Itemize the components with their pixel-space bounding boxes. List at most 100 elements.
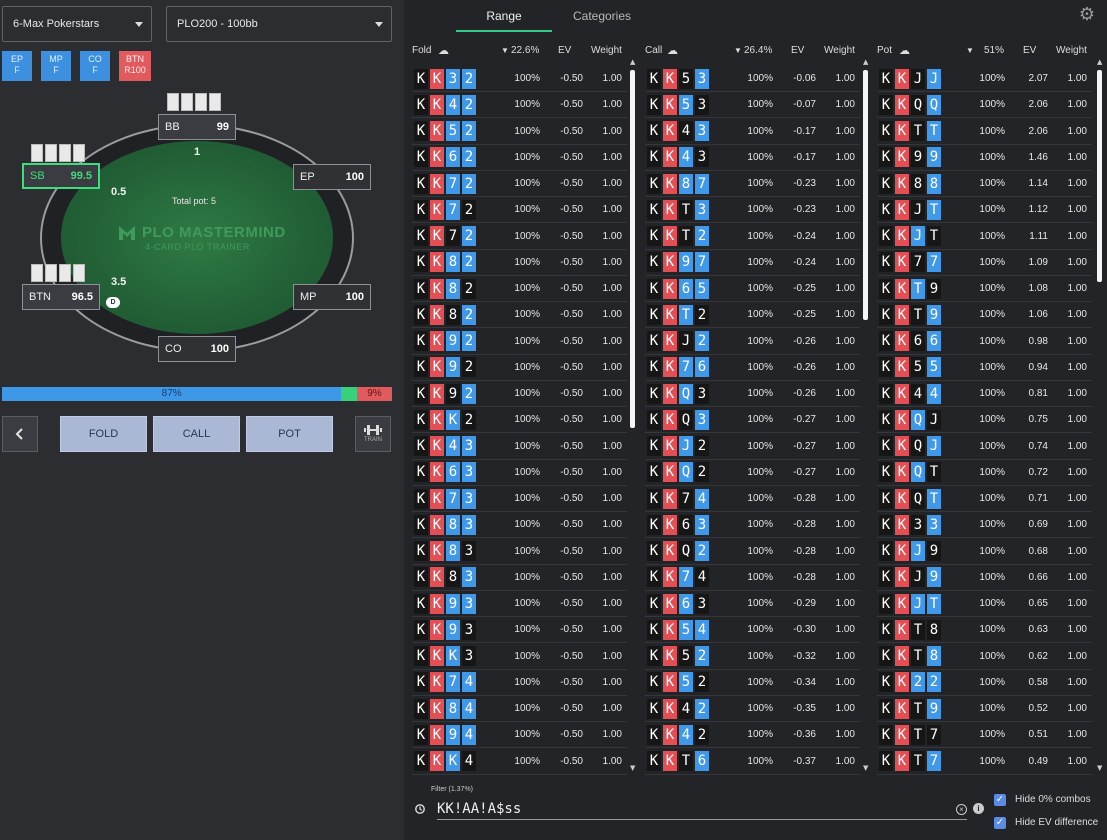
info-icon[interactable]: i xyxy=(973,803,984,814)
combo-row[interactable]: K K Q 2 100% -0.28 1.00 xyxy=(645,539,860,565)
combo-row[interactable]: K K T 9 100% 0.52 1.00 xyxy=(877,696,1092,722)
weight-header[interactable]: Weight xyxy=(591,45,622,56)
combo-row[interactable]: K K 7 2 100% -0.50 1.00 xyxy=(412,171,627,197)
combo-row[interactable]: K K 4 2 100% -0.50 1.00 xyxy=(412,92,627,119)
sort-desc-icon[interactable]: ▼ xyxy=(734,46,742,55)
combo-row[interactable]: K K 9 2 100% -0.50 1.00 xyxy=(412,329,627,355)
combo-row[interactable]: K K 6 3 100% -0.29 1.00 xyxy=(645,591,860,617)
game-select[interactable]: PLO200 - 100bb xyxy=(166,6,392,42)
combo-row[interactable]: K K T 7 100% 0.49 1.00 xyxy=(877,749,1092,775)
combo-row[interactable]: K K T 3 100% -0.23 1.00 xyxy=(645,197,860,224)
combo-row[interactable]: K K 6 5 100% -0.25 1.00 xyxy=(645,276,860,302)
cloud-download-icon[interactable]: ☁ xyxy=(899,44,910,57)
combo-row[interactable]: K K Q T 100% 0.71 1.00 xyxy=(877,486,1092,512)
tab-range[interactable]: Range xyxy=(456,0,552,32)
combo-row[interactable]: K K 9 4 100% -0.50 1.00 xyxy=(412,722,627,749)
seat-btn[interactable]: BTN 96.5 xyxy=(22,284,100,310)
sort-desc-icon[interactable]: ▼ xyxy=(501,46,509,55)
seat-bb[interactable]: BB 99 xyxy=(158,114,236,140)
position-chip-ep[interactable]: EP F xyxy=(2,51,32,81)
combo-row[interactable]: K K T 2 100% -0.24 1.00 xyxy=(645,224,860,250)
scroll-up-icon[interactable]: ▲ xyxy=(863,58,868,66)
site-select[interactable]: 6-Max Pokerstars xyxy=(2,6,152,42)
combo-row[interactable]: K K 3 2 100% -0.50 1.00 xyxy=(412,66,627,92)
scroll-down-icon[interactable]: ▼ xyxy=(1097,764,1102,772)
combo-row[interactable]: K K 8 2 100% -0.50 1.00 xyxy=(412,250,627,276)
combo-row[interactable]: K K Q 3 100% -0.26 1.00 xyxy=(645,381,860,407)
combo-row[interactable]: K K J 2 100% -0.27 1.00 xyxy=(645,434,860,460)
weight-header[interactable]: Weight xyxy=(1056,45,1087,56)
combo-row[interactable]: K K T 6 100% -0.37 1.00 xyxy=(645,749,860,775)
combo-row[interactable]: K K 3 3 100% 0.69 1.00 xyxy=(877,512,1092,539)
filter-input[interactable] xyxy=(437,798,967,820)
combo-row[interactable]: K K J J 100% 2.07 1.00 xyxy=(877,66,1092,92)
combo-row[interactable]: K K 4 2 100% -0.35 1.00 xyxy=(645,696,860,722)
cloud-download-icon[interactable]: ☁ xyxy=(667,44,678,57)
combo-row[interactable]: K K J 9 100% 0.68 1.00 xyxy=(877,539,1092,565)
combo-row[interactable]: K K 7 7 100% 1.09 1.00 xyxy=(877,250,1092,276)
train-button[interactable]: TRAIN xyxy=(355,416,391,452)
combo-row[interactable]: K K K 4 100% -0.50 1.00 xyxy=(412,749,627,775)
position-chip-co[interactable]: CO F xyxy=(80,51,110,81)
combo-row[interactable]: K K 7 4 100% -0.28 1.00 xyxy=(645,565,860,591)
combo-row[interactable]: K K 9 2 100% -0.50 1.00 xyxy=(412,355,627,381)
combo-row[interactable]: K K 6 3 100% -0.28 1.00 xyxy=(645,512,860,539)
fold-button[interactable]: FOLD xyxy=(60,416,147,452)
combo-row[interactable]: K K K 2 100% -0.50 1.00 xyxy=(412,407,627,434)
scroll-up-icon[interactable]: ▲ xyxy=(1097,58,1102,66)
combo-row[interactable]: K K 5 4 100% -0.30 1.00 xyxy=(645,617,860,644)
combo-row[interactable]: K K 5 5 100% 0.94 1.00 xyxy=(877,355,1092,381)
combo-row[interactable]: K K 9 7 100% -0.24 1.00 xyxy=(645,250,860,276)
combo-row[interactable]: K K T 9 100% 1.08 1.00 xyxy=(877,276,1092,302)
scroll-down-icon[interactable]: ▼ xyxy=(630,764,635,772)
combo-row[interactable]: K K 9 9 100% 1.46 1.00 xyxy=(877,145,1092,171)
combo-row[interactable]: K K 8 3 100% -0.50 1.00 xyxy=(412,565,627,591)
ev-header[interactable]: EV xyxy=(1023,45,1036,56)
combo-row[interactable]: K K 9 3 100% -0.50 1.00 xyxy=(412,617,627,644)
cloud-download-icon[interactable]: ☁ xyxy=(438,44,449,57)
gear-icon[interactable]: ⚙ xyxy=(1077,5,1097,25)
combo-row[interactable]: K K 2 2 100% 0.58 1.00 xyxy=(877,670,1092,696)
combo-row[interactable]: K K 8 4 100% -0.50 1.00 xyxy=(412,696,627,722)
combo-row[interactable]: K K 8 2 100% -0.50 1.00 xyxy=(412,302,627,329)
combo-row[interactable]: K K 4 3 100% -0.17 1.00 xyxy=(645,145,860,171)
combo-row[interactable]: K K J T 100% 1.12 1.00 xyxy=(877,197,1092,224)
combo-row[interactable]: K K 6 3 100% -0.50 1.00 xyxy=(412,460,627,486)
combo-row[interactable]: K K 4 3 100% -0.17 1.00 xyxy=(645,119,860,145)
position-chip-btn[interactable]: BTN R100 xyxy=(119,51,151,81)
combo-row[interactable]: K K 5 3 100% -0.07 1.00 xyxy=(645,92,860,119)
tab-categories[interactable]: Categories xyxy=(552,0,652,32)
combo-row[interactable]: K K T 9 100% 1.06 1.00 xyxy=(877,302,1092,329)
combo-row[interactable]: K K 8 3 100% -0.50 1.00 xyxy=(412,539,627,565)
combo-row[interactable]: K K T 8 100% 0.63 1.00 xyxy=(877,617,1092,644)
sort-desc-icon[interactable]: ▼ xyxy=(966,46,974,55)
seat-sb[interactable]: SB 99.5 xyxy=(22,163,100,189)
combo-row[interactable]: K K J T 100% 0.65 1.00 xyxy=(877,591,1092,617)
combo-row[interactable]: K K 9 3 100% -0.50 1.00 xyxy=(412,591,627,617)
combo-row[interactable]: K K 8 8 100% 1.14 1.00 xyxy=(877,171,1092,197)
combo-row[interactable]: K K 7 3 100% -0.50 1.00 xyxy=(412,486,627,512)
combo-row[interactable]: K K T 2 100% -0.25 1.00 xyxy=(645,302,860,329)
call-button[interactable]: CALL xyxy=(153,416,240,452)
ev-header[interactable]: EV xyxy=(558,45,571,56)
back-button[interactable] xyxy=(2,416,38,452)
clear-filter-icon[interactable]: × xyxy=(956,804,967,815)
combo-row[interactable]: K K 4 4 100% 0.81 1.00 xyxy=(877,381,1092,407)
scroll-up-icon[interactable]: ▲ xyxy=(630,58,635,66)
combo-row[interactable]: K K 7 4 100% -0.50 1.00 xyxy=(412,670,627,696)
hide-zero-checkbox[interactable]: ✓ xyxy=(994,794,1006,806)
combo-row[interactable]: K K T 7 100% 0.51 1.00 xyxy=(877,722,1092,749)
scrollbar-thumb[interactable] xyxy=(630,70,635,428)
combo-row[interactable]: K K T T 100% 2.06 1.00 xyxy=(877,119,1092,145)
combo-row[interactable]: K K 8 2 100% -0.50 1.00 xyxy=(412,276,627,302)
combo-row[interactable]: K K Q Q 100% 2.06 1.00 xyxy=(877,92,1092,119)
combo-row[interactable]: K K J T 100% 1.11 1.00 xyxy=(877,224,1092,250)
history-icon[interactable] xyxy=(414,803,426,815)
combo-row[interactable]: K K 7 2 100% -0.50 1.00 xyxy=(412,197,627,224)
combo-row[interactable]: K K 5 3 100% -0.06 1.00 xyxy=(645,66,860,92)
combo-row[interactable]: K K 8 3 100% -0.50 1.00 xyxy=(412,512,627,539)
combo-row[interactable]: K K K 3 100% -0.50 1.00 xyxy=(412,644,627,670)
combo-row[interactable]: K K J 2 100% -0.26 1.00 xyxy=(645,329,860,355)
combo-row[interactable]: K K 4 2 100% -0.36 1.00 xyxy=(645,722,860,749)
combo-row[interactable]: K K 5 2 100% -0.34 1.00 xyxy=(645,670,860,696)
